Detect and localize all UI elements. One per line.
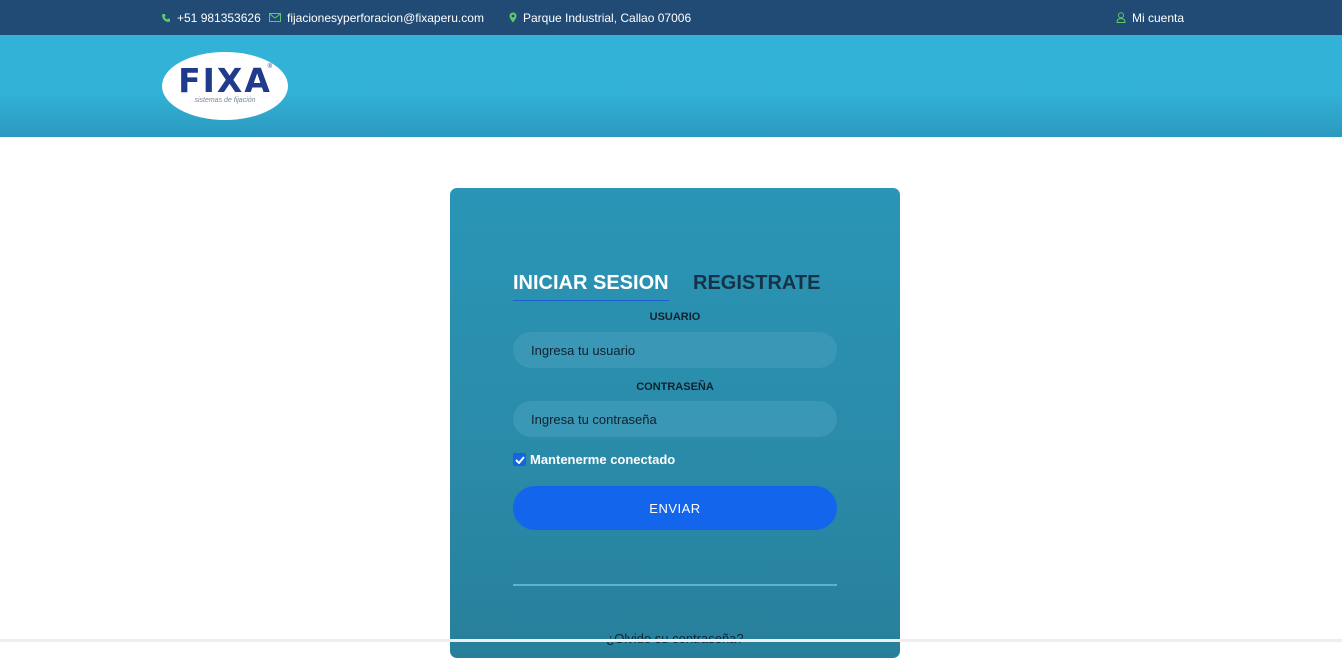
site-header: FIXA sistemas de fijación ® bbox=[0, 35, 1342, 137]
phone-contact[interactable]: +51 981353626 bbox=[161, 0, 261, 35]
account-text: Mi cuenta bbox=[1132, 10, 1185, 25]
divider bbox=[513, 584, 837, 586]
envelope-icon bbox=[269, 13, 281, 22]
username-label: USUARIO bbox=[649, 311, 701, 323]
auth-tabs: INICIAR SESION REGISTRATE bbox=[513, 270, 843, 303]
top-info-bar: +51 981353626 fijacionesyperforacion@fix… bbox=[0, 0, 1342, 35]
password-label: CONTRASEÑA bbox=[636, 381, 714, 393]
phone-text: +51 981353626 bbox=[177, 10, 261, 25]
address-contact[interactable]: Parque Industrial, Callao 07006 bbox=[509, 0, 691, 35]
logo-tagline: sistemas de fijación bbox=[194, 97, 256, 104]
logo-wordmark: FIXA bbox=[178, 61, 272, 100]
remember-me[interactable]: Mantenerme conectado bbox=[513, 452, 675, 467]
map-pin-icon bbox=[509, 12, 517, 23]
account-link[interactable]: Mi cuenta bbox=[1116, 0, 1184, 35]
remember-checkbox[interactable] bbox=[513, 453, 526, 466]
fixa-logo[interactable]: FIXA sistemas de fijación ® bbox=[162, 52, 288, 120]
email-text: fijacionesyperforacion@fixaperu.com bbox=[287, 10, 484, 25]
tab-register[interactable]: REGISTRATE bbox=[693, 270, 820, 296]
logo-registered-mark: ® bbox=[267, 64, 272, 70]
submit-button[interactable]: ENVIAR bbox=[513, 486, 837, 530]
tab-login[interactable]: INICIAR SESION bbox=[513, 270, 669, 301]
username-input[interactable] bbox=[513, 332, 837, 368]
user-icon bbox=[1116, 12, 1126, 23]
check-icon bbox=[514, 455, 525, 464]
login-card: INICIAR SESION REGISTRATE USUARIO CONTRA… bbox=[450, 188, 900, 658]
remember-label: Mantenerme conectado bbox=[530, 452, 676, 467]
address-text: Parque Industrial, Callao 07006 bbox=[523, 10, 692, 25]
password-input[interactable] bbox=[513, 401, 837, 437]
email-contact[interactable]: fijacionesyperforacion@fixaperu.com bbox=[269, 0, 484, 35]
phone-icon bbox=[161, 13, 171, 23]
